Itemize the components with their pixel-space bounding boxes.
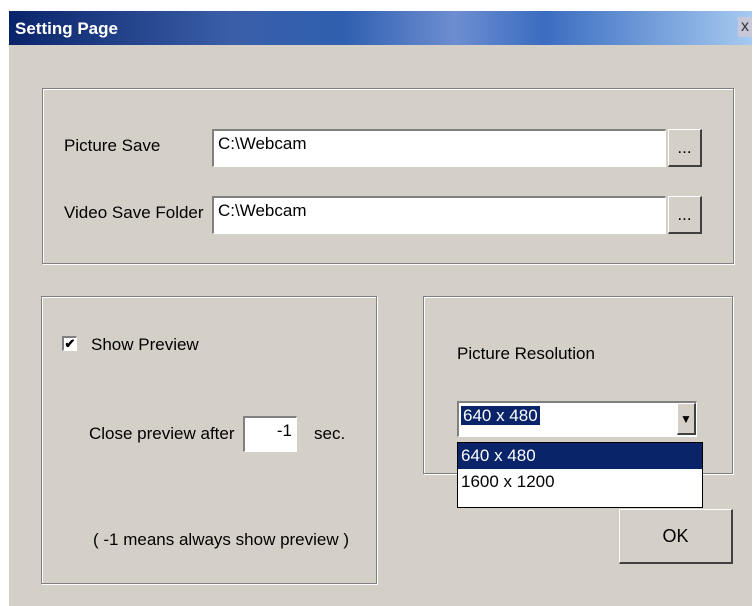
resolution-option[interactable]: 640 x 480 [458,443,702,469]
picture-save-input[interactable]: C:\Webcam [212,129,666,167]
title-bar: Setting Page x [9,11,752,45]
resolution-dropdown-list: 640 x 480 1600 x 1200 [457,442,703,508]
chevron-down-icon[interactable]: ▼ [677,403,696,435]
resolution-option[interactable]: 1600 x 1200 [458,469,702,495]
settings-window: Setting Page x Picture Save C:\Webcam ..… [8,10,752,606]
picture-save-label: Picture Save [64,136,161,155]
close-after-label: Close preview after [89,424,235,443]
window-title: Setting Page [15,19,118,38]
show-preview-label: Show Preview [91,335,199,354]
sec-label: sec. [314,424,346,443]
picture-browse-button[interactable]: ... [668,129,702,167]
resolution-selected-value: 640 x 480 [461,406,540,425]
video-browse-button[interactable]: ... [668,196,702,234]
resolution-label: Picture Resolution [457,344,595,363]
ok-button[interactable]: OK [619,509,733,564]
close-icon[interactable]: x [738,17,752,37]
folders-group [42,88,734,264]
video-save-label: Video Save Folder [64,203,204,222]
close-after-input[interactable]: -1 [243,416,297,452]
show-preview-checkbox[interactable]: ✔ [62,336,77,351]
preview-hint: ( -1 means always show preview ) [93,530,350,549]
video-save-input[interactable]: C:\Webcam [212,196,666,234]
resolution-select[interactable]: 640 x 480 [457,401,697,437]
